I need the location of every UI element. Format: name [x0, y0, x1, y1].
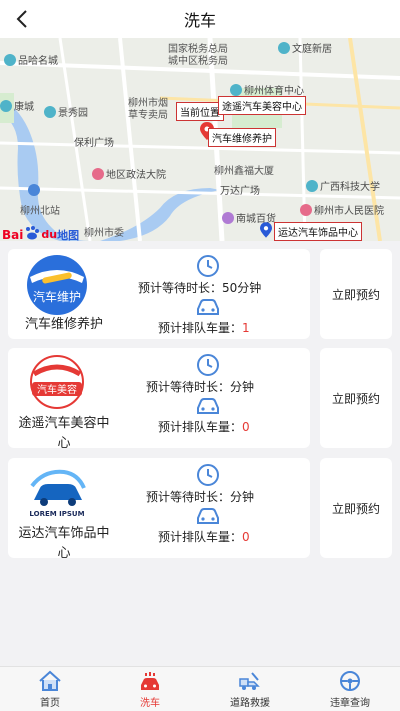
- tab-road-rescue[interactable]: 道路救援: [200, 667, 300, 711]
- map-poi: 景秀园: [44, 104, 88, 119]
- map-poi: 广西科技大学: [306, 178, 380, 193]
- map-poi: 地区政法大院: [92, 166, 166, 181]
- tow-truck-icon: [239, 671, 260, 690]
- home-icon: [39, 670, 61, 691]
- school-icon: [306, 179, 318, 192]
- svg-text:LOREM IPSUM: LOREM IPSUM: [29, 510, 84, 518]
- map-poi: 柳州体育中心: [230, 82, 304, 97]
- hospital-icon: [300, 203, 312, 216]
- tab-label: 违章查询: [330, 697, 370, 709]
- building-icon: [278, 41, 290, 54]
- steering-wheel-icon: [340, 670, 360, 691]
- page-title: 洗车: [183, 11, 216, 30]
- tab-label: 洗车: [140, 697, 160, 709]
- car-icon: [197, 299, 219, 315]
- svg-text:汽车维护: 汽车维护: [33, 289, 81, 304]
- shop-card[interactable]: 汽车维护 汽车维修养护 预计等待时长：50分钟 预计排队车量：1: [8, 249, 310, 339]
- tab-label: 首页: [40, 697, 60, 709]
- building-icon: [4, 53, 16, 66]
- paw-icon: [24, 226, 40, 241]
- wait-time-text: 预计等待时长：分钟: [146, 380, 255, 394]
- map-label: 柳州北站: [20, 206, 60, 217]
- tab-home[interactable]: 首页: [0, 667, 100, 711]
- map-poi: 品哈名城: [4, 52, 58, 67]
- building-icon: [0, 99, 12, 112]
- map-poi: 文庭新居: [278, 40, 332, 55]
- shop-card[interactable]: 汽车美容 途遥汽车美容中心 预计等待时长：分钟 预计排队车量：0: [8, 348, 310, 451]
- shop-card[interactable]: LOREM IPSUM 运达汽车饰品中心 预计等待时长：分钟 预计排队车量：0: [8, 458, 310, 561]
- shop-logo: 汽车维护: [22, 255, 92, 315]
- book-now-button[interactable]: 立即预约: [320, 458, 392, 558]
- car-icon: [197, 508, 219, 524]
- chevron-left-icon: [16, 10, 27, 28]
- map-poi: 康城: [0, 98, 34, 113]
- shop-name: 途遥汽车美容中心: [18, 416, 110, 451]
- wait-time-text: 预计等待时长：50分钟: [138, 281, 262, 295]
- map-poi: [28, 184, 40, 196]
- top-nav-bar: 洗车: [0, 0, 400, 38]
- book-now-button[interactable]: 立即预约: [320, 249, 392, 339]
- shop-marker-callout[interactable]: 运达汽车饰品中心: [274, 222, 362, 241]
- building-icon: [44, 105, 56, 118]
- map-pin-icon[interactable]: [260, 222, 272, 238]
- tab-car-wash[interactable]: 洗车: [100, 667, 200, 711]
- map-poi: 万达广场: [220, 186, 260, 197]
- baidu-map-logo: Bai du 地图: [2, 226, 80, 241]
- clock-icon: [197, 354, 219, 376]
- queue-count-text: 预计排队车量：0: [158, 530, 250, 544]
- clock-icon: [197, 255, 219, 277]
- map-label: 草专卖局: [128, 110, 168, 121]
- government-icon: [92, 167, 104, 180]
- shop-marker-callout[interactable]: 汽车维修养护: [208, 128, 276, 147]
- map-label: 柳州市委: [84, 228, 124, 239]
- car-wash-icon: [141, 671, 159, 690]
- shop-name: 运达汽车饰品中心: [18, 526, 110, 561]
- queue-count-text: 预计排队车量：1: [158, 321, 250, 335]
- building-icon: [230, 83, 242, 96]
- shop-marker-callout[interactable]: 途遥汽车美容中心: [218, 96, 306, 115]
- map-poi: 柳州市人民医院: [300, 202, 384, 217]
- clock-icon: [197, 464, 219, 486]
- back-button[interactable]: [10, 7, 34, 31]
- map-poi: 保利广场: [74, 138, 114, 149]
- wait-time-text: 预计等待时长：分钟: [146, 490, 255, 504]
- svg-text:汽车美容: 汽车美容: [37, 383, 77, 396]
- queue-count-text: 预计排队车量：0: [158, 420, 250, 434]
- current-location-callout[interactable]: 当前位置: [176, 102, 224, 121]
- shop-name: 汽车维修养护: [24, 317, 103, 332]
- shop-logo: LOREM IPSUM: [22, 464, 92, 524]
- shop-logo: 汽车美容: [22, 354, 92, 414]
- map-label: 柳州鑫福大厦: [214, 166, 274, 177]
- book-now-button[interactable]: 立即预约: [320, 348, 392, 448]
- map-label: 城中区税务局: [168, 56, 228, 67]
- tab-violation-query[interactable]: 违章查询: [300, 667, 400, 711]
- tab-label: 道路救援: [230, 697, 270, 709]
- bottom-tab-bar: 首页 洗车 道路救援 违章查询: [0, 666, 400, 711]
- car-icon: [197, 398, 219, 414]
- shopping-icon: [222, 211, 234, 224]
- train-icon: [28, 184, 40, 196]
- map-view[interactable]: 国家税务总局 城中区税务局 文庭新居 品哈名城 柳州体育中心 康城 景秀园 柳州…: [0, 38, 400, 241]
